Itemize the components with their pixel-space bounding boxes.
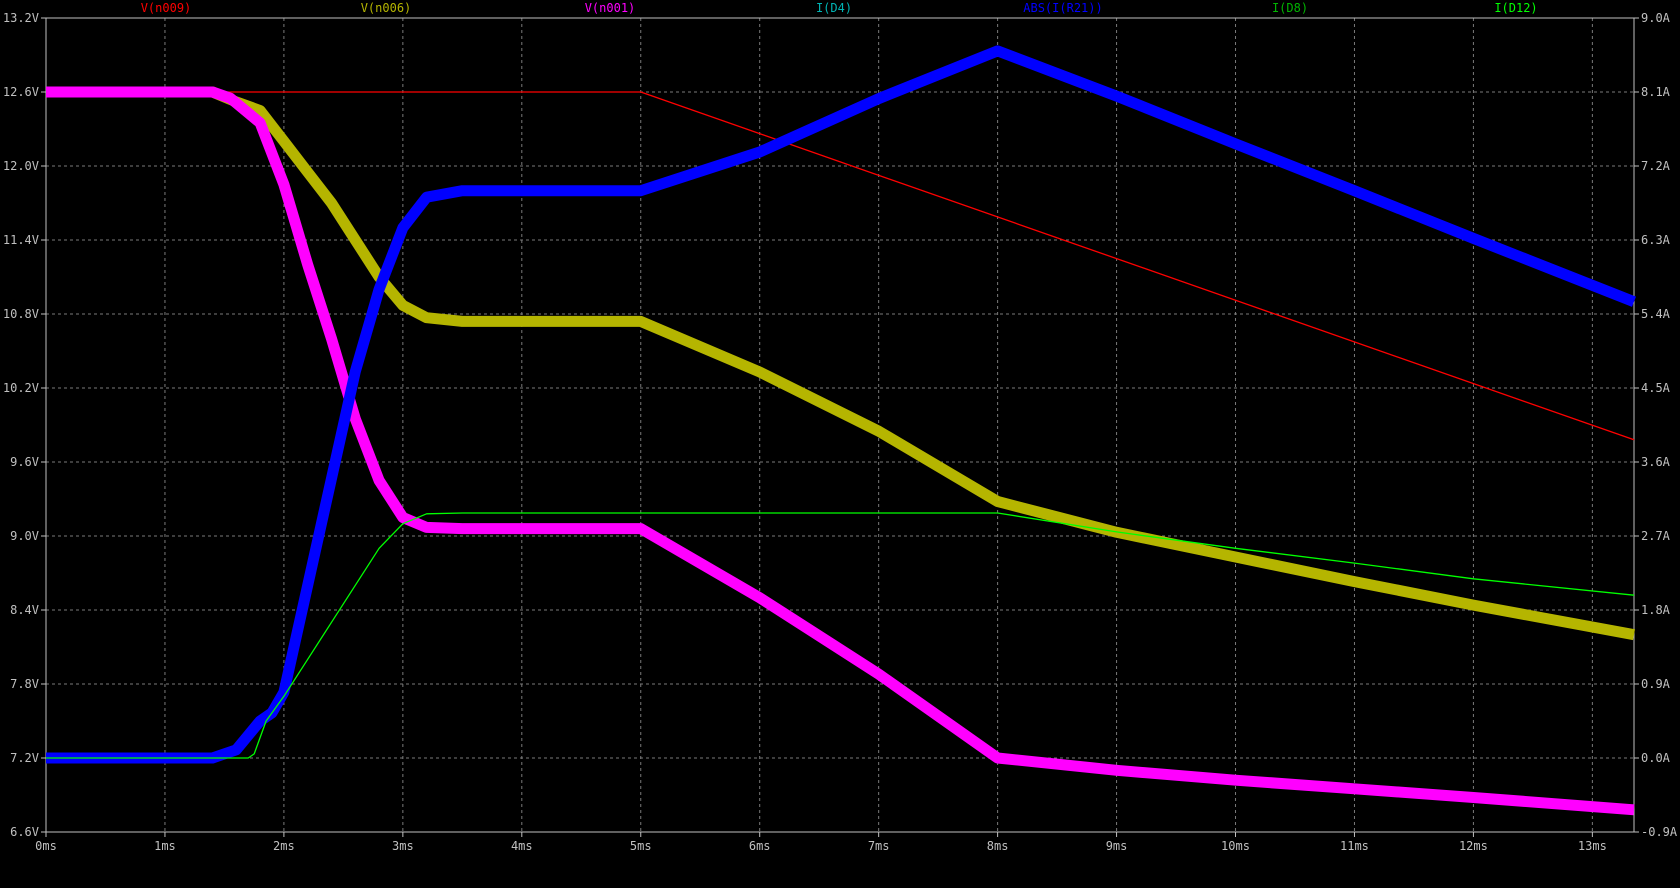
y-left-tick-label: 10.8V [3, 307, 39, 321]
legend-label[interactable]: I(D4) [816, 1, 852, 15]
x-tick-label: 12ms [1459, 839, 1488, 853]
x-tick-label: 7ms [868, 839, 890, 853]
legend-label[interactable]: ABS(I(R21)) [1023, 1, 1102, 15]
y-left-tick-label: 6.6V [10, 825, 39, 839]
y-left-tick-label: 8.4V [10, 603, 39, 617]
y-right-tick-label: 5.4A [1641, 307, 1671, 321]
trace-legend: V(n009) V(n006) V(n001) I(D4) ABS(I(R21)) I(D… [141, 1, 1538, 15]
x-tick-label: 9ms [1106, 839, 1128, 853]
legend-label[interactable]: I(D12) [1494, 1, 1537, 15]
x-tick-label: 0ms [35, 839, 57, 853]
y-left-tick-label: 7.2V [10, 751, 39, 765]
y-right-tick-label: 3.6A [1641, 455, 1671, 469]
x-tick-label: 6ms [749, 839, 771, 853]
y-left-tick-label: 9.0V [10, 529, 39, 543]
waveform-plot: 13.2V 12.6V 12.0V 11.4V 10.8V 10.2V 9.6V 9.0V 8.… [3, 1, 1678, 853]
plot-window: 13.2V 12.6V 12.0V 11.4V 10.8V 10.2V 9.6V 9.0V 8.… [0, 0, 1680, 888]
x-tick-label: 11ms [1340, 839, 1369, 853]
y-right-tick-label: 0.9A [1641, 677, 1671, 691]
y-right-tick-label: 2.7A [1641, 529, 1671, 543]
y-right-tick-label: 1.8A [1641, 603, 1671, 617]
x-tick-label: 1ms [154, 839, 176, 853]
legend-label[interactable]: V(n006) [361, 1, 412, 15]
x-tick-label: 5ms [630, 839, 652, 853]
y-left-tick-label: 13.2V [3, 11, 39, 25]
y-left-tick-label: 9.6V [10, 455, 39, 469]
x-tick-label: 13ms [1578, 839, 1607, 853]
y-right-tick-label: 8.1A [1641, 85, 1671, 99]
y-right-tick-label: 9.0A [1641, 11, 1671, 25]
y-left-tick-label: 12.0V [3, 159, 39, 173]
y-right-tick-label: 7.2A [1641, 159, 1671, 173]
y-right-tick-label: 4.5A [1641, 381, 1671, 395]
x-tick-label: 10ms [1221, 839, 1250, 853]
y-right-tick-label: 0.0A [1641, 751, 1671, 765]
x-tick-label: 4ms [511, 839, 533, 853]
y-right-tick-label: 6.3A [1641, 233, 1671, 247]
x-tick-label: 8ms [987, 839, 1009, 853]
x-tick-label: 2ms [273, 839, 295, 853]
x-tick-label: 3ms [392, 839, 414, 853]
legend-label[interactable]: V(n001) [585, 1, 636, 15]
y-left-tick-label: 7.8V [10, 677, 39, 691]
y-left-tick-label: 11.4V [3, 233, 39, 247]
y-left-tick-label: 12.6V [3, 85, 39, 99]
legend-label[interactable]: I(D8) [1272, 1, 1308, 15]
legend-label[interactable]: V(n009) [141, 1, 192, 15]
y-right-tick-label: -0.9A [1641, 825, 1678, 839]
y-left-tick-label: 10.2V [3, 381, 39, 395]
